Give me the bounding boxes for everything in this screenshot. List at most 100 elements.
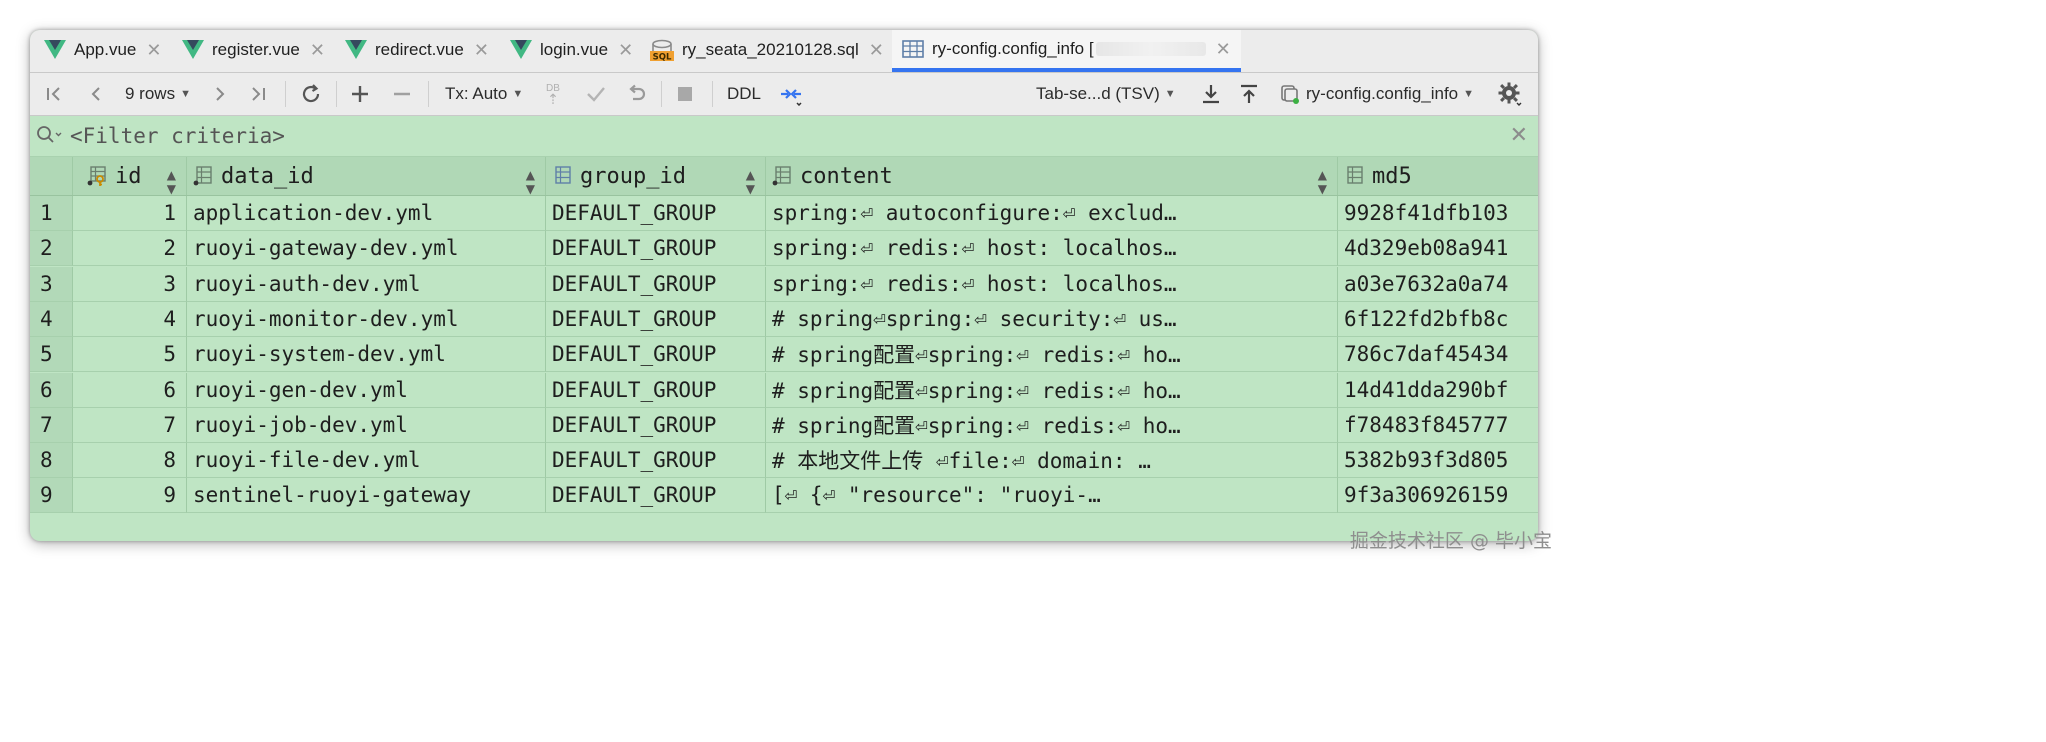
remove-row-icon[interactable] [392,73,412,115]
table-row[interactable]: 1 1 application-dev.yml DEFAULT_GROUP spring… [30,196,1538,231]
cell-content[interactable]: # spring配置⏎spring:⏎ redis:⏎ ho… [766,407,1338,443]
ddl-button[interactable]: DDL [727,73,761,115]
tab-login-vue[interactable]: login.vue ✕ [510,30,633,70]
sort-icon[interactable]: ▲ ▼ [1318,168,1327,195]
row-number[interactable]: 8 [30,443,73,479]
cell-content[interactable]: spring:⏎ redis:⏎ host: localhos… [766,266,1338,302]
row-number[interactable]: 9 [30,478,73,514]
cell-data-id[interactable]: ruoyi-gateway-dev.yml [187,231,546,267]
cell-md5[interactable]: 5382b93f3d805 [1338,443,1538,479]
download-icon[interactable] [1200,73,1222,115]
sort-icon[interactable]: ▲ ▼ [167,168,176,195]
cell-md5[interactable]: 6f122fd2bfb8c [1338,302,1538,337]
last-page-icon[interactable] [248,73,268,115]
table-row[interactable]: 4 4 ruoyi-monitor-dev.yml DEFAULT_GROUP # sp… [30,301,1538,337]
cell-id[interactable]: 6 [73,372,187,408]
column-header-group-id[interactable]: group_id ▲ ▼ [546,157,766,195]
table-row[interactable]: 2 2 ruoyi-gateway-dev.yml DEFAULT_GROUP spri… [30,231,1538,267]
cell-id[interactable]: 9 [73,478,187,514]
row-number[interactable]: 3 [30,266,73,302]
cell-data-id[interactable]: ruoyi-auth-dev.yml [187,266,546,302]
sort-icon[interactable]: ▲ ▼ [746,168,755,195]
table-row[interactable]: 8 8 ruoyi-file-dev.yml DEFAULT_GROUP # 本地文件上… [30,443,1538,479]
table-row[interactable]: 3 3 ruoyi-auth-dev.yml DEFAULT_GROUP spring:… [30,266,1538,302]
transaction-mode-dropdown[interactable]: Tx: Auto ▼ [445,73,523,115]
tab-redirect-vue[interactable]: redirect.vue ✕ [345,30,489,70]
row-number[interactable]: 1 [30,196,73,231]
cell-data-id[interactable]: ruoyi-file-dev.yml [187,443,546,479]
column-header-data-id[interactable]: data_id ▲ ▼ [187,157,546,195]
tab-ry-seata-sql[interactable]: SQL ry_seata_20210128.sql ✕ [650,30,884,70]
cell-group-id[interactable]: DEFAULT_GROUP [546,196,766,231]
cell-data-id[interactable]: ruoyi-job-dev.yml [187,407,546,443]
close-icon[interactable]: ✕ [618,40,633,61]
cell-content[interactable]: [⏎ {⏎ "resource": "ruoyi-… [766,478,1338,514]
cell-data-id[interactable]: sentinel-ruoyi-gateway [187,478,546,514]
close-icon[interactable]: ✕ [146,40,161,61]
next-page-icon[interactable] [210,73,230,115]
close-icon[interactable]: ✕ [1510,122,1528,148]
cell-group-id[interactable]: DEFAULT_GROUP [546,407,766,443]
cell-content[interactable]: # 本地文件上传 ⏎file:⏎ domain: … [766,443,1338,479]
export-format-dropdown[interactable]: Tab-se...d (TSV) ▼ [1036,73,1176,115]
refresh-icon[interactable] [300,73,322,115]
tab-register-vue[interactable]: register.vue ✕ [182,30,325,70]
cell-group-id[interactable]: DEFAULT_GROUP [546,337,766,373]
stop-icon[interactable] [676,73,694,115]
row-number[interactable]: 4 [30,301,73,337]
row-number[interactable]: 7 [30,407,73,443]
upload-icon[interactable] [1238,73,1260,115]
close-icon[interactable]: ✕ [474,40,489,61]
cell-group-id[interactable]: DEFAULT_GROUP [546,301,766,337]
cell-md5[interactable]: 786c7daf45434 [1338,337,1538,373]
rows-count-dropdown[interactable]: 9 rows ▼ [125,73,191,115]
compare-icon[interactable] [778,73,804,115]
gear-icon[interactable] [1498,73,1522,115]
cell-group-id[interactable]: DEFAULT_GROUP [546,443,766,479]
table-row[interactable]: 7 7 ruoyi-job-dev.yml DEFAULT_GROUP # spring… [30,407,1538,443]
cell-id[interactable]: 8 [73,443,187,479]
row-number[interactable]: 6 [30,372,73,408]
db-commit-icon[interactable]: DB ⇡ [546,73,560,115]
cell-content[interactable]: # spring配置⏎spring:⏎ redis:⏎ ho… [766,372,1338,408]
cell-content[interactable]: # spring配置⏎spring:⏎ redis:⏎ ho… [766,337,1338,373]
table-row[interactable]: 9 9 sentinel-ruoyi-gateway DEFAULT_GROUP [⏎ … [30,478,1538,514]
cell-content[interactable]: spring:⏎ autoconfigure:⏎ exclud… [766,196,1338,231]
checkmark-icon[interactable] [585,73,607,115]
cell-id[interactable]: 4 [73,301,187,337]
undo-icon[interactable] [625,73,647,115]
column-header-content[interactable]: content ▲ ▼ [766,157,1338,195]
first-page-icon[interactable] [44,73,64,115]
close-icon[interactable]: ✕ [869,40,884,61]
cell-content[interactable]: # spring⏎spring:⏎ security:⏎ us… [766,301,1338,337]
cell-content[interactable]: spring:⏎ redis:⏎ host: localhos… [766,231,1338,267]
datasource-dropdown[interactable]: ry-config.config_info ▼ [1280,73,1474,115]
cell-id[interactable]: 2 [73,231,187,267]
cell-md5[interactable]: 4d329eb08a941 [1338,231,1538,267]
previous-page-icon[interactable] [86,73,106,115]
cell-id[interactable]: 5 [73,337,187,373]
cell-md5[interactable]: 9f3a306926159 [1338,478,1538,514]
row-number[interactable]: 2 [30,231,73,267]
cell-md5[interactable]: 14d41dda290bf [1338,373,1538,408]
close-icon[interactable]: ✕ [1216,39,1231,60]
table-row[interactable]: 5 5 ruoyi-system-dev.yml DEFAULT_GROUP # spr… [30,337,1538,373]
table-row[interactable]: 6 6 ruoyi-gen-dev.yml DEFAULT_GROUP # spring… [30,372,1538,408]
cell-group-id[interactable]: DEFAULT_GROUP [546,372,766,408]
filter-criteria-input[interactable] [70,122,1450,150]
column-header-id[interactable]: id ▲ ▼ [73,157,187,195]
cell-group-id[interactable]: DEFAULT_GROUP [546,231,766,267]
tab-app-vue[interactable]: App.vue ✕ [44,30,161,70]
add-row-icon[interactable] [350,73,370,115]
cell-id[interactable]: 7 [73,407,187,443]
cell-group-id[interactable]: DEFAULT_GROUP [546,266,766,302]
cell-md5[interactable]: a03e7632a0a74 [1338,267,1538,302]
cell-md5[interactable]: f78483f845777 [1338,408,1538,443]
cell-id[interactable]: 1 [73,196,187,231]
tab-ry-config-config-info[interactable]: ry-config.config_info [ ✕ [892,30,1241,72]
cell-group-id[interactable]: DEFAULT_GROUP [546,478,766,514]
cell-data-id[interactable]: ruoyi-gen-dev.yml [187,372,546,408]
cell-data-id[interactable]: ruoyi-system-dev.yml [187,337,546,373]
close-icon[interactable]: ✕ [310,40,325,61]
search-icon[interactable] [36,125,62,145]
